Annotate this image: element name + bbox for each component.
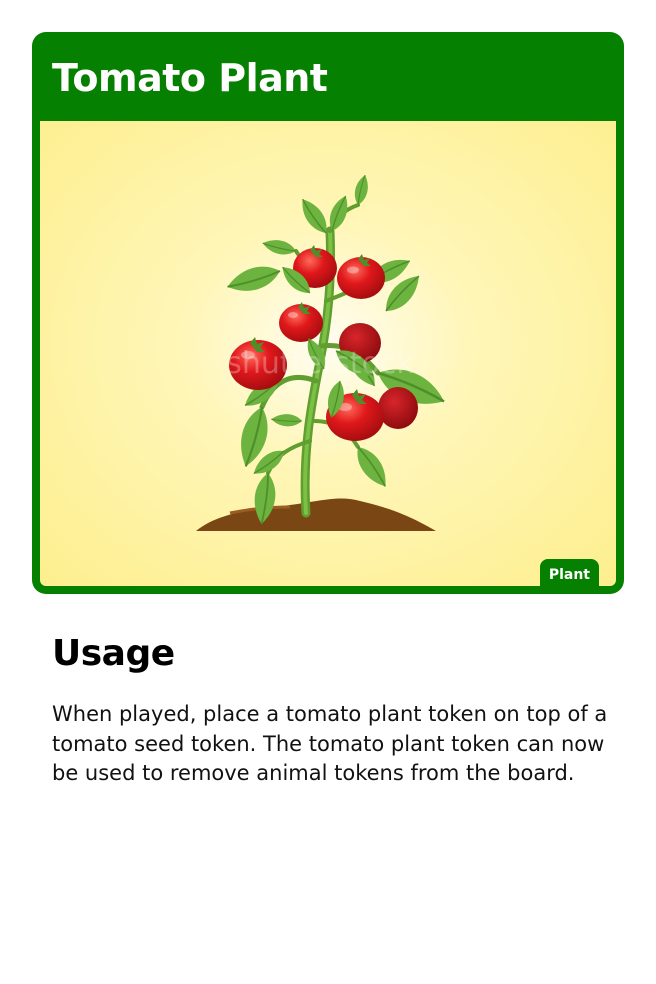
usage-description: When played, place a tomato plant token … (52, 702, 608, 785)
usage-heading: Usage (52, 633, 175, 674)
tomato-plant-illustration: shutterstock (196, 172, 451, 531)
game-card[interactable]: Tomato Plant shutterstock Plant (32, 32, 624, 594)
card-title: Tomato Plant (52, 56, 328, 100)
tomato (337, 257, 385, 299)
watermark: shutterstock (226, 346, 414, 381)
card-type-badge: Plant (539, 559, 599, 586)
card-artwork: shutterstock Plant (40, 121, 616, 586)
tomato (378, 387, 418, 429)
soil-mound (196, 498, 436, 531)
